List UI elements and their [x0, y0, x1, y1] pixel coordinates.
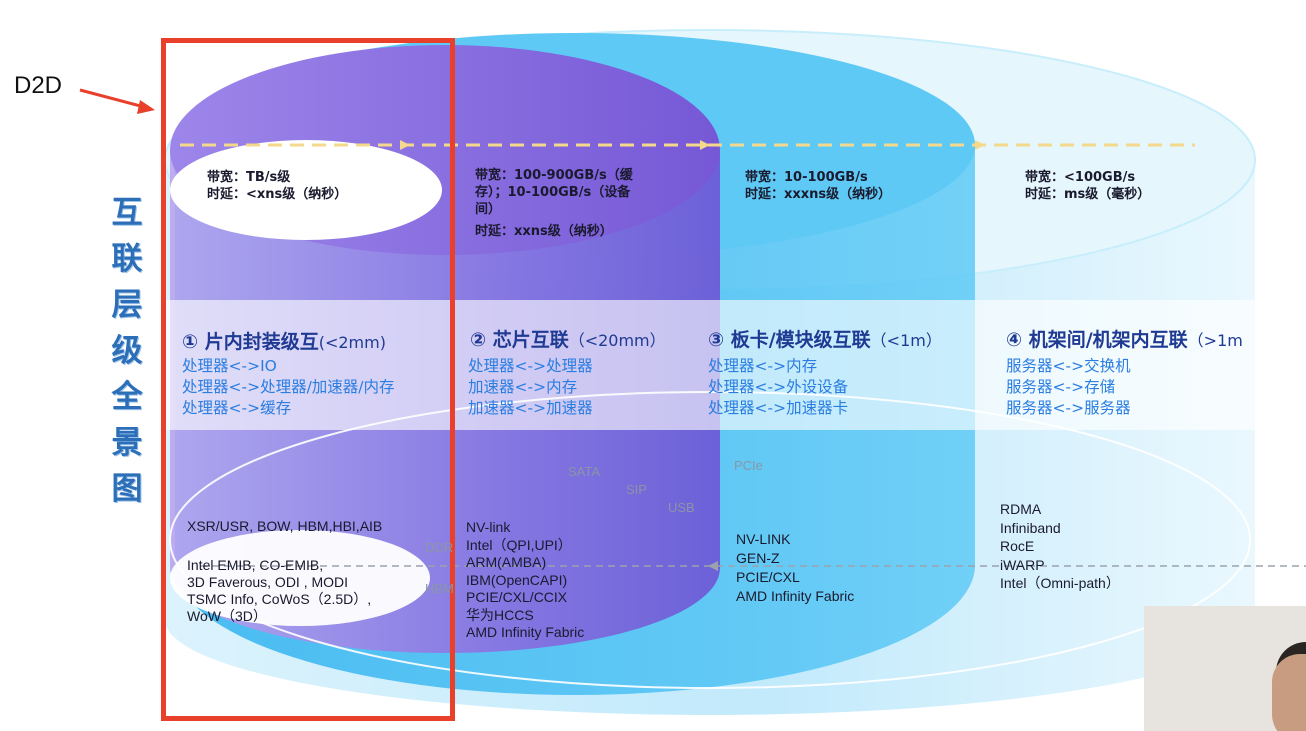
example-item: 处理器<->处理器/加速器/内存 — [182, 378, 395, 396]
level2-range: （<20mm） — [568, 331, 666, 350]
level3-latency: 时延：xxxns级（纳秒） — [745, 187, 892, 202]
level1-heading-text: ① 片内封装级互 — [182, 331, 319, 353]
example-item: 处理器<->缓存 — [182, 399, 292, 417]
protocol-item: Intel（Omni-path） — [1000, 575, 1120, 591]
protocol-item: Infiniband — [1000, 519, 1061, 536]
level1-latency: 时延：<xns级（纳秒） — [207, 187, 348, 202]
level2-bandwidth-line2: 存）；10-100GB/s（设备 — [475, 185, 631, 200]
level3-protocols: NV-LINK GEN-Z PCIE/CXL AMD Infinity Fabr… — [736, 530, 854, 606]
protocol-item: 华为HCCS — [466, 606, 534, 623]
protocol-item: AMD Infinity Fabric — [466, 624, 585, 640]
protocol-item: NV-LINK — [736, 531, 791, 547]
level1-bandwidth: 带宽：TB/s级 — [207, 170, 291, 185]
example-item: 处理器<->IO — [182, 357, 277, 375]
protocol-item: Intel EMIB, CO-EMIB, — [187, 557, 324, 573]
protocol-item: TSMC Info, CoWoS（2.5D）, — [187, 591, 372, 607]
vertical-title: 互 联 层 级 全 景 图 — [104, 190, 150, 512]
level1-heading: ① 片内封装级互(<2mm) — [182, 327, 386, 354]
protocol-item: iWARP — [1000, 556, 1045, 573]
protocol-item: RocE — [1000, 538, 1035, 554]
example-item: 服务器<->交换机 — [1006, 357, 1131, 375]
protocol-item: PCIE/CXL/CCIX — [466, 589, 568, 605]
vertical-title-char: 图 — [111, 471, 143, 507]
protocol-item: WoW（3D） — [187, 608, 267, 624]
presenter-face — [1272, 654, 1306, 731]
level4-examples: 服务器<->交换机 服务器<->存储 服务器<->服务器 — [1006, 356, 1131, 419]
level4-bandwidth: 带宽：<100GB/s — [1025, 170, 1136, 185]
example-item: 处理器<->内存 — [708, 357, 818, 375]
level1-examples: 处理器<->IO 处理器<->处理器/加速器/内存 处理器<->缓存 — [182, 356, 395, 419]
bus-label-ddr: DDR — [425, 540, 454, 555]
vertical-title-char: 景 — [111, 425, 143, 461]
webcam-overlay — [1144, 606, 1306, 731]
bus-label-sata: SATA — [568, 464, 601, 479]
level2-protocols: NV-link Intel（QPI,UPI） ARM(AMBA) IBM(Ope… — [466, 519, 584, 642]
bus-label-pcie: PCIe — [734, 458, 763, 473]
level2-bandwidth-line3: 间） — [475, 202, 502, 217]
level2-examples: 处理器<->处理器 加速器<->内存 加速器<->加速器 — [468, 356, 593, 419]
protocol-spacer — [187, 535, 382, 557]
protocol-item: 3D Faverous, ODI , MODI — [187, 574, 349, 590]
level4-latency: 时延：ms级（毫秒） — [1025, 187, 1151, 202]
d2d-label: D2D — [14, 72, 63, 99]
protocol-item: GEN-Z — [736, 550, 780, 566]
level1-range: (<2mm) — [318, 333, 386, 352]
example-item: 加速器<->加速器 — [468, 399, 593, 417]
protocol-item: NV-link — [466, 519, 511, 535]
level3-bandwidth: 带宽：10-100GB/s — [745, 170, 868, 185]
d2d-arrow — [79, 88, 149, 110]
level2-heading: ② 芯片互联（<20mm） — [470, 325, 666, 352]
protocol-item: Intel（QPI,UPI） — [466, 536, 572, 553]
vertical-title-char: 层 — [111, 287, 143, 323]
vertical-title-char: 全 — [111, 379, 143, 415]
level2-bandwidth: 带宽：100-900GB/s（缓 — [475, 168, 633, 183]
bus-label-hbm: HBM — [425, 581, 454, 596]
level3-range: （<1m） — [870, 331, 942, 350]
vertical-title-char: 互 — [111, 195, 143, 231]
bus-label-sip: SIP — [626, 482, 647, 497]
level2-heading-text: ② 芯片互联 — [470, 329, 569, 351]
level3-heading-text: ③ 板卡/模块级互联 — [708, 329, 871, 351]
protocol-item: RDMA — [1000, 501, 1042, 517]
protocol-item: XSR/USR, BOW, HBM,HBI,AIB — [187, 518, 383, 534]
protocol-item: IBM(OpenCAPI) — [466, 571, 568, 588]
bus-label-usb: USB — [668, 500, 695, 515]
vertical-title-char: 联 — [111, 241, 143, 277]
example-item: 服务器<->存储 — [1006, 378, 1116, 396]
level3-examples: 处理器<->内存 处理器<->外设设备 处理器<->加速器卡 — [708, 356, 848, 419]
level2-latency: 时延：xxns级（纳秒） — [475, 224, 613, 239]
protocol-item: PCIE/CXL — [736, 569, 800, 585]
d2d-arrowhead — [137, 100, 155, 114]
level1-protocols: XSR/USR, BOW, HBM,HBI,AIB Intel EMIB, CO… — [187, 518, 382, 625]
example-item: 处理器<->处理器 — [468, 357, 593, 375]
level4-heading: ④ 机架间/机架内互联（>1m — [1006, 325, 1243, 352]
protocol-item: AMD Infinity Fabric — [736, 588, 855, 604]
vertical-title-char: 级 — [111, 333, 143, 369]
level4-protocols: RDMA Infiniband RocE iWARP Intel（Omni-pa… — [1000, 500, 1120, 593]
example-item: 加速器<->内存 — [468, 378, 578, 396]
example-item: 服务器<->服务器 — [1006, 399, 1131, 417]
example-item: 处理器<->加速器卡 — [708, 399, 849, 417]
protocol-item: ARM(AMBA) — [466, 554, 547, 570]
example-item: 处理器<->外设设备 — [708, 378, 849, 396]
level4-heading-text: ④ 机架间/机架内互联 — [1006, 329, 1188, 351]
interconnect-panorama-slide: D2D 互 联 层 级 全 景 图 带宽：TB/s级 时延：<xns级（纳秒） … — [0, 0, 1306, 731]
level4-range: （>1m — [1187, 331, 1243, 350]
level3-heading: ③ 板卡/模块级互联（<1m） — [708, 325, 942, 352]
